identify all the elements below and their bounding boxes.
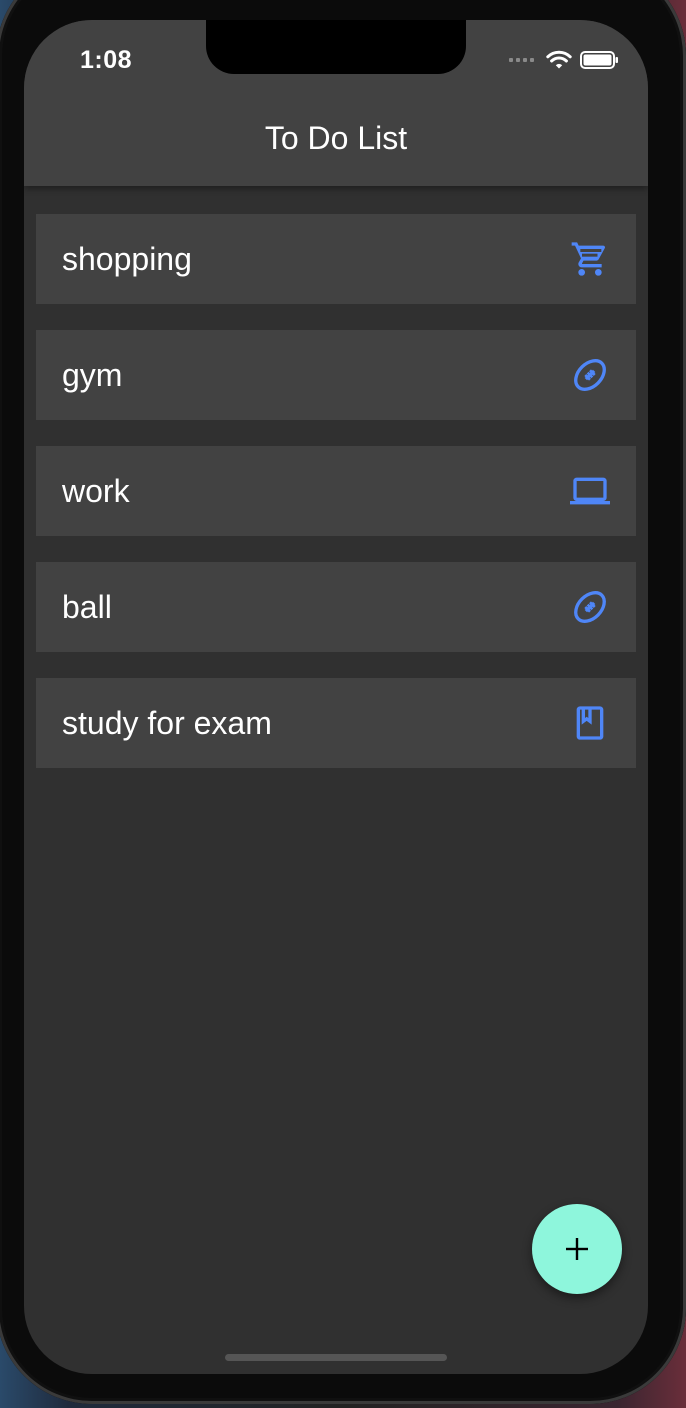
todo-label: work	[62, 472, 130, 509]
page-title: To Do List	[264, 120, 408, 156]
football-icon	[570, 355, 610, 395]
cellular-signal-icon	[509, 58, 534, 62]
todo-label: gym	[62, 356, 123, 393]
status-icons	[509, 50, 620, 70]
todo-item-ball[interactable]: ball	[36, 562, 636, 652]
phone-screen: 1:08 To Do List shopping gym work ball s…	[24, 20, 648, 1374]
todo-list: shopping gym work ball study for exam	[36, 214, 636, 794]
notch	[206, 20, 466, 74]
plus-icon	[566, 1238, 588, 1260]
todo-label: shopping	[62, 240, 192, 277]
football-icon	[570, 587, 610, 627]
todo-item-shopping[interactable]: shopping	[36, 214, 636, 304]
app-bar: 1:08 To Do List	[24, 20, 648, 186]
todo-label: study for exam	[62, 704, 272, 741]
add-todo-button[interactable]	[532, 1204, 622, 1294]
shopping-cart-icon	[570, 239, 610, 279]
battery-icon	[580, 51, 618, 69]
todo-item-study-for-exam[interactable]: study for exam	[36, 678, 636, 768]
todo-item-work[interactable]: work	[36, 446, 636, 536]
todo-item-gym[interactable]: gym	[36, 330, 636, 420]
book-icon	[570, 703, 610, 743]
status-time: 1:08	[80, 46, 133, 74]
wifi-icon	[546, 50, 572, 69]
home-indicator[interactable]	[225, 1354, 447, 1361]
laptop-icon	[570, 471, 610, 511]
todo-label: ball	[62, 588, 112, 625]
